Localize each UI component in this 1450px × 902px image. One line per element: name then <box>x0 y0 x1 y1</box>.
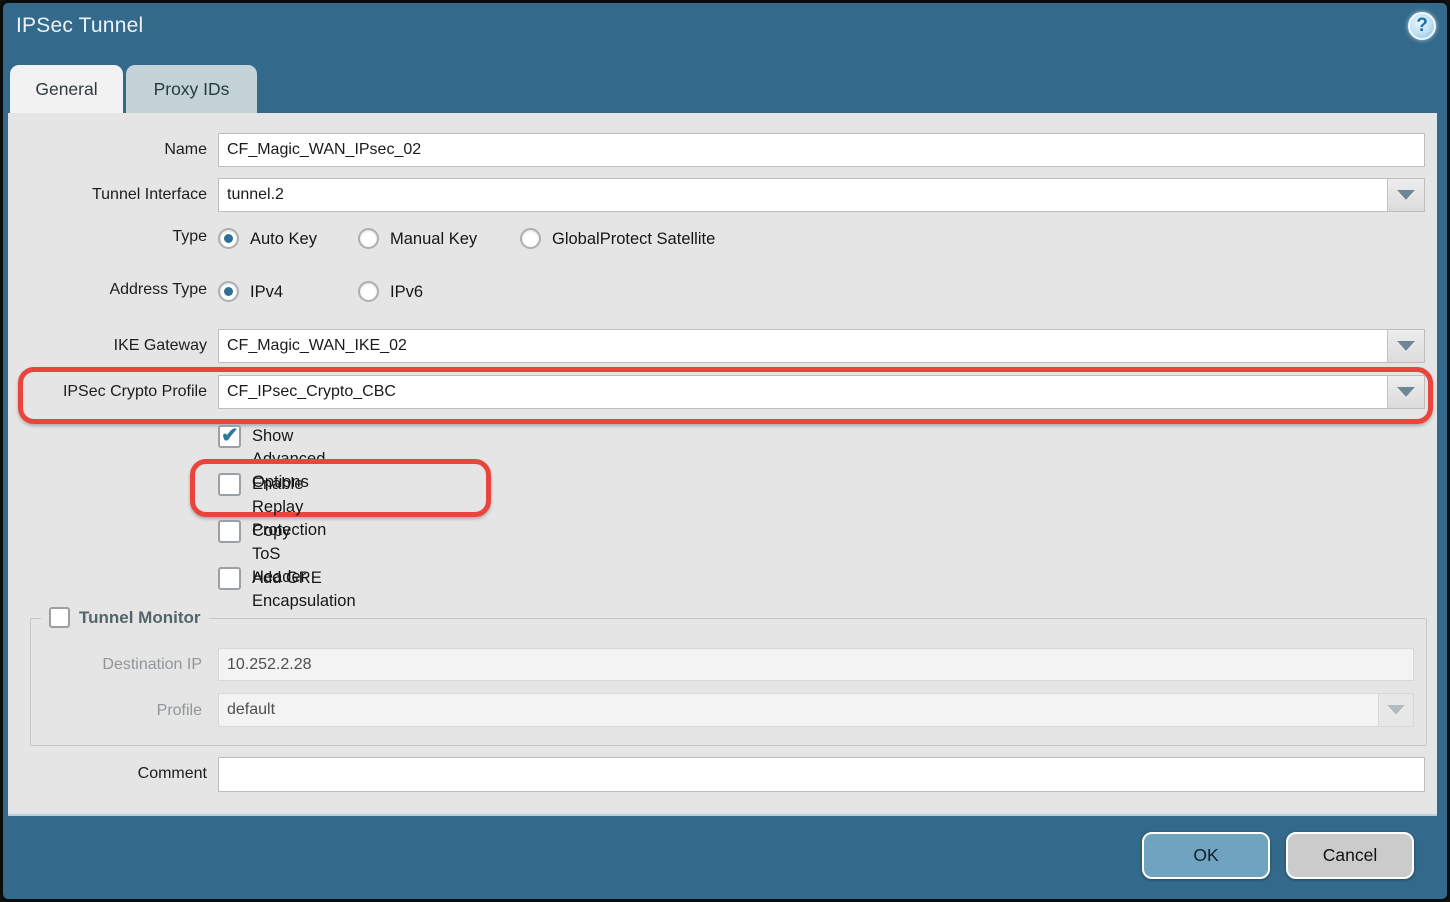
address-type-radio-group: IPv4 IPv6 <box>218 280 718 304</box>
name-label: Name <box>8 141 207 159</box>
chevron-down-icon <box>1397 341 1415 351</box>
ike-gateway-label: IKE Gateway <box>8 337 207 355</box>
name-input[interactable] <box>218 133 1425 167</box>
tunnel-interface-dropdown-button[interactable] <box>1387 179 1424 211</box>
cancel-button[interactable]: Cancel <box>1286 832 1414 879</box>
profile-dropdown <box>218 693 1414 727</box>
ipsec-crypto-profile-value[interactable] <box>219 376 1387 408</box>
radio-globalprotect-satellite-label: GlobalProtect Satellite <box>552 227 715 251</box>
tunnel-monitor-checkbox[interactable] <box>49 607 70 628</box>
destination-ip-label: Destination IP <box>8 656 202 674</box>
type-label: Type <box>8 228 207 246</box>
tunnel-interface-label: Tunnel Interface <box>8 186 207 204</box>
add-gre-encapsulation-label: Add GRE Encapsulation <box>252 567 356 613</box>
ok-button[interactable]: OK <box>1142 832 1270 879</box>
radio-manual-key[interactable] <box>358 228 379 249</box>
chevron-down-icon <box>1397 190 1415 200</box>
copy-tos-header-checkbox[interactable] <box>218 520 241 543</box>
dialog-title: IPSec Tunnel <box>16 14 143 38</box>
cancel-button-label: Cancel <box>1323 845 1377 866</box>
ok-button-label: OK <box>1193 845 1218 866</box>
radio-auto-key[interactable] <box>218 228 239 249</box>
ipsec-crypto-profile-dropdown-button[interactable] <box>1387 376 1424 408</box>
radio-ipv6[interactable] <box>358 281 379 302</box>
chevron-down-icon <box>1397 387 1415 397</box>
ike-gateway-dropdown[interactable] <box>218 329 1425 363</box>
tunnel-interface-dropdown[interactable] <box>218 178 1425 212</box>
radio-manual-key-label: Manual Key <box>390 227 477 251</box>
radio-ipv4-label: IPv4 <box>250 280 283 304</box>
general-tab-panel: Name Tunnel Interface Type Auto Key Manu… <box>8 113 1437 816</box>
add-gre-encapsulation-checkbox[interactable] <box>218 567 241 590</box>
chevron-down-icon <box>1387 705 1405 715</box>
radio-auto-key-label: Auto Key <box>250 227 317 251</box>
radio-ipv4[interactable] <box>218 281 239 302</box>
tab-general-label: General <box>35 79 97 100</box>
profile-value <box>219 694 1378 726</box>
tunnel-monitor-label: Tunnel Monitor <box>79 608 201 628</box>
ike-gateway-dropdown-button[interactable] <box>1387 330 1424 362</box>
enable-replay-protection-checkbox[interactable] <box>218 473 241 496</box>
type-radio-group: Auto Key Manual Key GlobalProtect Satell… <box>218 227 918 251</box>
profile-label: Profile <box>8 702 202 720</box>
tab-proxy-ids[interactable]: Proxy IDs <box>126 65 257 113</box>
ipsec-crypto-profile-dropdown[interactable] <box>218 375 1425 409</box>
show-advanced-options-checkbox[interactable] <box>218 425 241 448</box>
help-icon[interactable]: ? <box>1408 12 1436 40</box>
tunnel-interface-value[interactable] <box>219 179 1387 211</box>
tab-general[interactable]: General <box>10 65 123 113</box>
ike-gateway-value[interactable] <box>219 330 1387 362</box>
tab-proxy-ids-label: Proxy IDs <box>154 79 230 100</box>
radio-ipv6-label: IPv6 <box>390 280 423 304</box>
comment-input[interactable] <box>218 757 1425 792</box>
ipsec-tunnel-dialog: IPSec Tunnel ? General Proxy IDs Name Tu… <box>0 0 1450 902</box>
profile-dropdown-button <box>1378 694 1413 726</box>
address-type-label: Address Type <box>8 281 207 299</box>
comment-label: Comment <box>8 765 207 783</box>
radio-globalprotect-satellite[interactable] <box>520 228 541 249</box>
destination-ip-input <box>218 648 1414 681</box>
ipsec-crypto-profile-label: IPSec Crypto Profile <box>8 383 207 401</box>
tunnel-monitor-legend: Tunnel Monitor <box>41 607 209 628</box>
